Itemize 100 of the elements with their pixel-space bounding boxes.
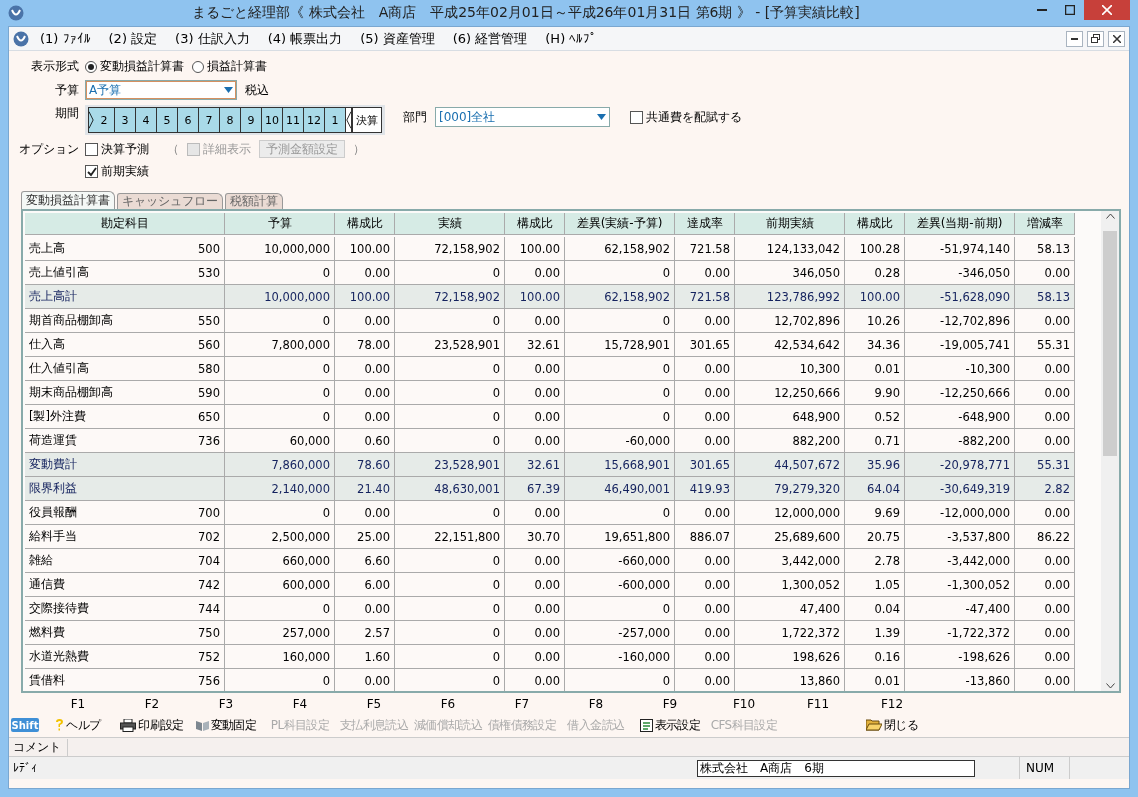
function-key-name: F6 [439, 697, 457, 713]
forecast-checkbox[interactable]: 決算予測 [85, 140, 149, 158]
account-code: 736 [198, 433, 220, 448]
table-cell: 100.00 [845, 285, 905, 309]
month-cell[interactable]: 3 [115, 107, 136, 133]
account-name: 荷造運賃 [29, 433, 77, 448]
restore-button[interactable] [1087, 30, 1104, 47]
column-header[interactable]: 勘定科目 [25, 213, 225, 235]
menu-item[interactable]: (4) 帳票出力 [260, 29, 350, 48]
table-cell: 0.00 [1015, 501, 1075, 525]
table-cell: 6.60 [335, 549, 395, 573]
column-header[interactable]: 増減率 [1015, 213, 1075, 235]
app-icon[interactable] [13, 30, 29, 47]
month-cell[interactable]: 2 [94, 107, 115, 133]
menu-item[interactable]: (5) 資産管理 [353, 29, 442, 48]
radio-option[interactable]: 損益計算書 [192, 58, 267, 75]
function-key-button[interactable]: 表示設定 [633, 715, 707, 735]
scrollbar[interactable] [1101, 211, 1119, 691]
table-cell: 48,630,001 [395, 477, 505, 501]
account-name: 仕入高 [29, 337, 65, 352]
table-cell: 886.07 [675, 525, 735, 549]
allocate-checkbox[interactable]: 共通費を配賦する [630, 108, 742, 126]
month-cell[interactable]: 8 [220, 107, 241, 133]
month-cell[interactable]: 10 [262, 107, 283, 133]
dropdown-arrow-icon[interactable] [224, 87, 233, 93]
account-name: 交際接待費 [29, 601, 89, 616]
month-cell[interactable]: 1 [325, 107, 346, 133]
settlement-cell[interactable]: 決算 [352, 107, 382, 133]
column-header[interactable]: 達成率 [675, 213, 735, 235]
month-cell[interactable]: 5 [157, 107, 178, 133]
account-code: 550 [198, 313, 220, 328]
table-cell: 2,140,000 [225, 477, 335, 501]
function-key-button[interactable]: 変動固定 [189, 715, 263, 735]
check-icon [86, 166, 97, 177]
table-cell: 9.69 [845, 501, 905, 525]
scroll-thumb[interactable] [1103, 231, 1117, 456]
tab[interactable]: キャッシュフロー [117, 193, 223, 209]
month-cell[interactable]: 7 [199, 107, 220, 133]
tab[interactable]: 変動損益計算書 [21, 191, 115, 209]
table-cell: 0 [395, 381, 505, 405]
column-header[interactable]: 差異(当期-前期) [905, 213, 1015, 235]
table-cell: 0 [395, 309, 505, 333]
table-cell: -882,200 [905, 429, 1015, 453]
department-dropdown[interactable]: [000]全社 [435, 107, 610, 127]
scroll-up-icon[interactable] [1105, 213, 1115, 219]
table-cell: 0.00 [675, 501, 735, 525]
month-cell[interactable]: 9 [241, 107, 262, 133]
table-cell: 0.00 [675, 429, 735, 453]
previous-checkbox[interactable]: 前期実績 [85, 163, 149, 180]
menu-item[interactable]: (H) ﾍﾙﾌﾟ [538, 31, 605, 46]
function-key-button[interactable]: ヘルプ [41, 715, 115, 735]
account-name: 雑給 [29, 553, 53, 568]
table-cell: 46,490,001 [565, 477, 675, 501]
column-header[interactable]: 実績 [395, 213, 505, 235]
tab[interactable]: 税額計算 [225, 193, 283, 209]
month-cell[interactable]: 11 [283, 107, 304, 133]
month-cell[interactable]: 12 [304, 107, 325, 133]
table-cell: 12,000,000 [735, 501, 845, 525]
table-cell: 0.00 [1015, 645, 1075, 669]
table-cell: 1,300,052 [735, 573, 845, 597]
table-cell: 0 [565, 501, 675, 525]
budget-dropdown[interactable]: A予算 [85, 80, 237, 100]
dropdown-arrow-icon[interactable] [597, 114, 606, 120]
account-code: 750 [198, 625, 220, 640]
num-indicator: NUM [1019, 757, 1069, 779]
menu-item[interactable]: (1) ﾌｧｲﾙ [33, 31, 98, 46]
printer-icon [120, 718, 137, 732]
table-cell: 20.75 [845, 525, 905, 549]
month-cell[interactable]: 4 [136, 107, 157, 133]
column-header[interactable]: 差異(実績-予算) [565, 213, 675, 235]
radio-option[interactable]: 変動損益計算書 [85, 58, 184, 75]
table-cell: 648,900 [735, 405, 845, 429]
table-cell: -257,000 [565, 621, 675, 645]
close-button[interactable] [1108, 30, 1125, 47]
account-name: 限界利益 [29, 481, 77, 496]
column-header[interactable]: 構成比 [845, 213, 905, 235]
menu-item[interactable]: (3) 仕訳入力 [168, 29, 257, 48]
scroll-down-icon[interactable] [1105, 683, 1115, 689]
account-name: 仕入値引高 [29, 361, 89, 376]
function-key-button[interactable]: 閉じる [855, 715, 929, 735]
table-cell: 1.60 [335, 645, 395, 669]
table-cell: 0.00 [505, 309, 565, 333]
menu-item[interactable]: (2) 設定 [101, 29, 165, 48]
month-cell[interactable]: 6 [178, 107, 199, 133]
column-header[interactable]: 構成比 [505, 213, 565, 235]
column-header[interactable]: 前期実績 [735, 213, 845, 235]
function-key-button[interactable]: 印刷設定 [115, 715, 189, 735]
function-key-name: F3 [217, 697, 235, 713]
menu-item[interactable]: (6) 経営管理 [445, 29, 535, 48]
table-cell: 0 [565, 597, 675, 621]
table-cell: 0.00 [505, 381, 565, 405]
column-header[interactable]: 予算 [225, 213, 335, 235]
minimize-button[interactable] [1066, 30, 1083, 47]
table-cell: 0.16 [845, 645, 905, 669]
table-cell: 15,668,901 [565, 453, 675, 477]
column-header[interactable]: 構成比 [335, 213, 395, 235]
account-code: 756 [198, 673, 220, 688]
table-cell: 1.05 [845, 573, 905, 597]
period-selector[interactable]: 2 3 4 5 6 7 8 9 10 11 12 1 決算 [85, 105, 385, 135]
table-cell: 55.31 [1015, 453, 1075, 477]
